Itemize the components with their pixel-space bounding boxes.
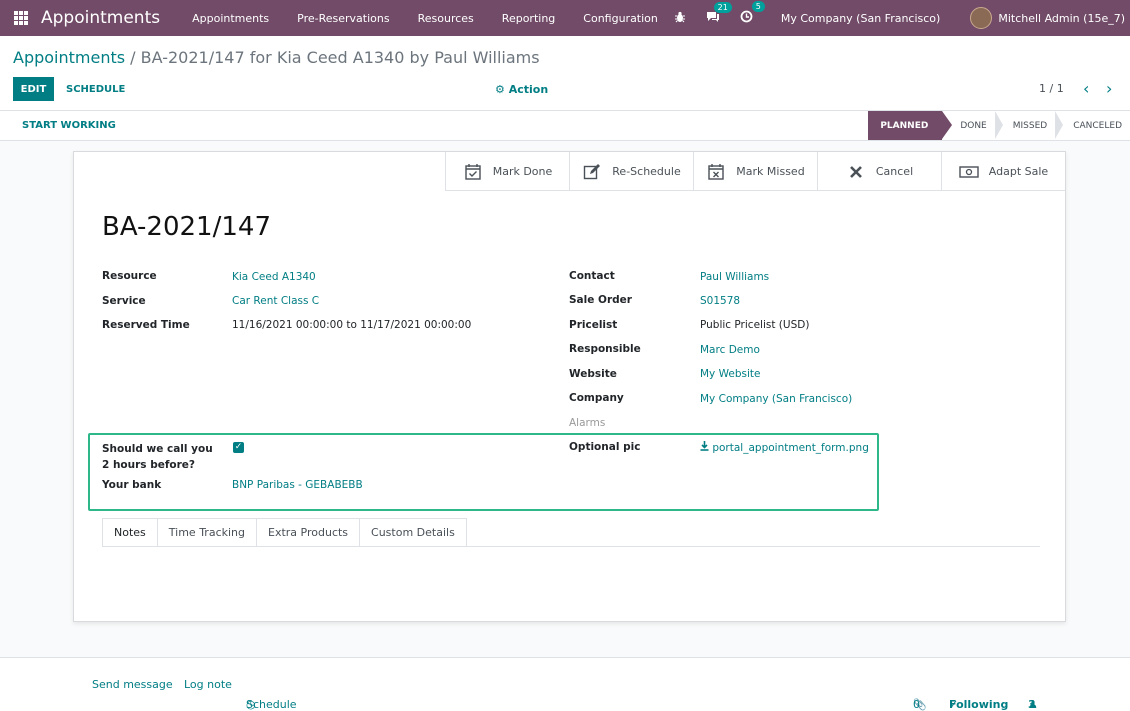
breadcrumb-current: BA-2021/147 for Kia Ceed A1340 by Paul W… xyxy=(140,48,540,67)
call-before-checkbox[interactable]: ✓ xyxy=(233,442,244,453)
company-label: Company xyxy=(569,392,624,404)
action-label: Action xyxy=(508,83,549,96)
your-bank-label: Your bank xyxy=(102,479,162,491)
apps-menu-icon[interactable] xyxy=(14,11,28,25)
responsible-label: Responsible xyxy=(569,343,641,355)
your-bank-value[interactable]: BNP Paribas - GEBABEBB xyxy=(232,479,363,491)
following-label: Following xyxy=(949,698,1009,711)
reschedule-label: Re-Schedule xyxy=(612,165,681,178)
record-title: BA-2021/147 xyxy=(102,212,271,242)
contact-label: Contact xyxy=(569,270,615,282)
main-menu: Appointments Pre-Reservations Resources … xyxy=(178,12,672,25)
stage-canceled[interactable]: CANCELED xyxy=(1055,111,1130,140)
call-before-label: Should we call you 2 hours before? xyxy=(102,443,213,471)
mark-missed-button[interactable]: Mark Missed xyxy=(693,152,817,191)
download-icon xyxy=(700,441,712,454)
cancel-button[interactable]: Cancel xyxy=(817,152,941,191)
resource-value[interactable]: Kia Ceed A1340 xyxy=(232,271,316,283)
pricelist-label: Pricelist xyxy=(569,319,618,331)
gear-icon: ⚙ xyxy=(495,83,505,96)
reserved-time-value: 11/16/2021 00:00:00 to 11/17/2021 00:00:… xyxy=(232,319,472,331)
reschedule-button[interactable]: Re-Schedule xyxy=(569,152,693,191)
resource-label: Resource xyxy=(102,270,157,282)
reserved-time-label: Reserved Time xyxy=(102,319,190,331)
service-label: Service xyxy=(102,295,146,307)
menu-appointments[interactable]: Appointments xyxy=(178,12,283,25)
optional-pic-filename: portal_appointment_form.png xyxy=(712,442,869,454)
stage-planned[interactable]: PLANNED xyxy=(868,111,953,140)
tab-notes[interactable]: Notes xyxy=(102,518,158,547)
contact-value[interactable]: Paul Williams xyxy=(700,271,769,283)
company-value[interactable]: My Company (San Francisco) xyxy=(700,393,852,405)
website-value[interactable]: My Website xyxy=(700,368,760,380)
schedule-activity-label: Schedule activity xyxy=(246,698,297,711)
tab-time-tracking[interactable]: Time Tracking xyxy=(157,518,257,547)
mark-missed-label: Mark Missed xyxy=(736,165,805,178)
breadcrumb: Appointments / BA-2021/147 for Kia Ceed … xyxy=(13,48,540,67)
sale-order-value[interactable]: S01578 xyxy=(700,295,740,307)
close-icon xyxy=(846,162,866,182)
sale-order-label: Sale Order xyxy=(569,294,632,306)
chevron-left-icon[interactable]: ‹ xyxy=(1083,79,1089,98)
cancel-label: Cancel xyxy=(875,165,914,178)
stage-missed[interactable]: MISSED xyxy=(994,111,1055,140)
action-dropdown[interactable]: ⚙ Action xyxy=(495,83,548,96)
smart-button-box: Mark Done Re-Schedule Mark Missed Cancel… xyxy=(445,152,1065,191)
navbar-systray: 21 5 My Company (San Francisco) Mitchell… xyxy=(664,0,1130,36)
followers-count: 3 xyxy=(1028,698,1036,711)
schedule-button[interactable]: SCHEDULE xyxy=(66,77,125,101)
bug-icon[interactable] xyxy=(674,11,686,26)
money-icon xyxy=(959,162,979,182)
breadcrumb-parent[interactable]: Appointments xyxy=(13,48,125,67)
messages-badge: 21 xyxy=(713,1,732,13)
menu-reporting[interactable]: Reporting xyxy=(488,12,569,25)
messages-icon[interactable]: 21 xyxy=(706,1,732,26)
user-menu[interactable]: Mitchell Admin (15e_7) xyxy=(998,12,1125,25)
optional-pic-link[interactable]: portal_appointment_form.png xyxy=(700,441,869,454)
menu-resources[interactable]: Resources xyxy=(404,12,488,25)
service-value[interactable]: Car Rent Class C xyxy=(232,295,319,307)
chatter: Send message Log note ◷ Schedule activit… xyxy=(0,657,1130,711)
edit-button[interactable]: EDIT xyxy=(13,77,54,101)
website-label: Website xyxy=(569,368,617,380)
pricelist-value: Public Pricelist (USD) xyxy=(700,319,810,331)
alarms-label: Alarms xyxy=(569,417,606,429)
calendar-times-icon xyxy=(706,162,726,182)
pager-value[interactable]: 1 / 1 xyxy=(1039,82,1064,95)
menu-pre-reservations[interactable]: Pre-Reservations xyxy=(283,12,403,25)
breadcrumb-separator: / xyxy=(125,48,141,67)
tab-custom-details[interactable]: Custom Details xyxy=(360,518,467,547)
mark-done-label: Mark Done xyxy=(492,165,553,178)
adapt-sale-label: Adapt Sale xyxy=(988,165,1049,178)
activities-icon[interactable]: 5 xyxy=(740,1,765,26)
responsible-value[interactable]: Marc Demo xyxy=(700,344,760,356)
stage-pipeline: PLANNED DONE MISSED CANCELED xyxy=(868,111,1130,140)
adapt-sale-button[interactable]: Adapt Sale xyxy=(941,152,1065,191)
menu-configuration[interactable]: Configuration xyxy=(569,12,672,25)
send-message-button[interactable]: Send message xyxy=(92,678,173,691)
tab-extra-products[interactable]: Extra Products xyxy=(257,518,361,547)
user-avatar[interactable] xyxy=(970,7,993,29)
log-note-button[interactable]: Log note xyxy=(184,678,232,691)
optional-pic-label: Optional pic xyxy=(569,441,641,453)
top-navbar: Appointments Appointments Pre-Reservatio… xyxy=(0,0,1130,36)
attachments-count: 0 xyxy=(913,698,920,711)
calendar-check-icon xyxy=(463,162,483,182)
mark-done-button[interactable]: Mark Done xyxy=(445,152,569,191)
edit-icon xyxy=(582,162,602,182)
company-switcher[interactable]: My Company (San Francisco) xyxy=(781,12,940,25)
statusbar: START WORKING PLANNED DONE MISSED CANCEL… xyxy=(0,111,1130,141)
activities-badge: 5 xyxy=(751,1,765,12)
tabs-divider xyxy=(102,546,1040,547)
control-panel: Appointments / BA-2021/147 for Kia Ceed … xyxy=(0,36,1130,111)
app-brand[interactable]: Appointments xyxy=(41,8,160,28)
start-working-button[interactable]: START WORKING xyxy=(22,120,116,131)
form-sheet: Mark Done Re-Schedule Mark Missed Cancel… xyxy=(73,151,1066,622)
notebook-tabs: Notes Time Tracking Extra Products Custo… xyxy=(102,518,467,547)
chevron-right-icon[interactable]: › xyxy=(1106,79,1112,98)
